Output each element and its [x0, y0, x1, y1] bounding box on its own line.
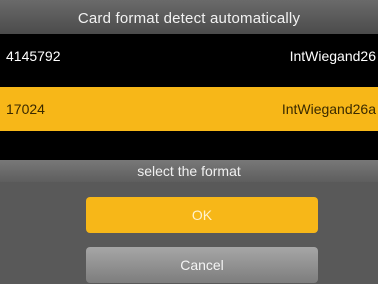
ok-button[interactable]: OK	[86, 197, 318, 233]
card-number: 4145792	[6, 48, 61, 64]
list-item[interactable]: 4145792 IntWiegand26	[0, 34, 378, 78]
select-format-dialog: select the format OK Cancel	[0, 160, 378, 284]
card-number: 17024	[6, 101, 45, 117]
card-format-list: 4145792 IntWiegand26 17024 IntWiegand26a	[0, 34, 378, 131]
card-format: IntWiegand26a	[281, 101, 376, 117]
dialog-title: select the format	[0, 160, 378, 182]
card-format: IntWiegand26	[289, 48, 376, 64]
page-title: Card format detect automatically	[0, 0, 378, 34]
cancel-button[interactable]: Cancel	[86, 247, 318, 283]
list-item-selected[interactable]: 17024 IntWiegand26a	[0, 87, 378, 131]
device-screen: Card format detect automatically 4145792…	[0, 0, 378, 284]
